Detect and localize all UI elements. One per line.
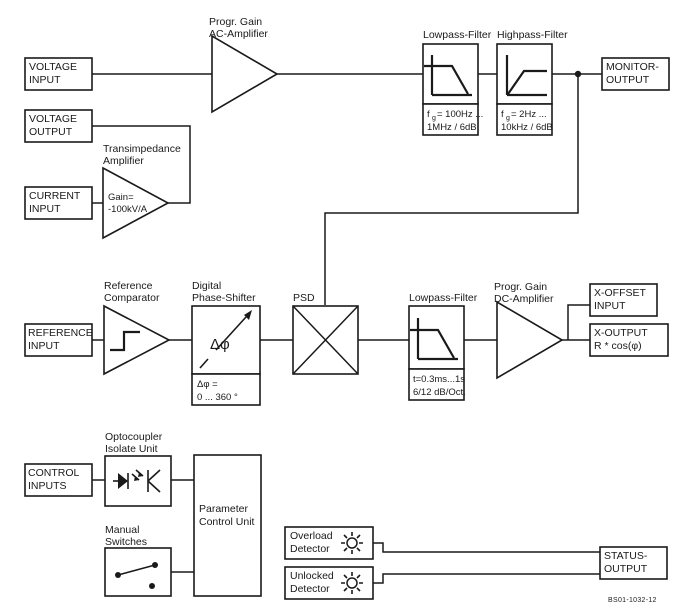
control-inputs-terminal[interactable]: CONTROL INPUTS bbox=[24, 463, 93, 497]
lowpass1-spec-sub: g bbox=[432, 115, 436, 122]
highpass-spec-sub: g bbox=[506, 115, 510, 122]
transimpedance-amplifier-block[interactable]: Transimpedance Amplifier Gain= -100kV/A bbox=[102, 143, 181, 240]
voltage-output-terminal[interactable]: VOLTAGE OUTPUT bbox=[24, 109, 93, 143]
transimpedance-gain-line2: -100kV/A bbox=[108, 204, 148, 215]
manual-switches-block[interactable]: Manual Switches bbox=[104, 524, 172, 597]
highpass-filter-block[interactable]: Highpass-Filter f g = 2Hz ... 10kHz / 6d… bbox=[496, 29, 568, 136]
monitor-output-terminal[interactable]: MONITOR- OUTPUT bbox=[601, 57, 670, 91]
x-output-terminal[interactable]: X-OUTPUT R * cos(φ) bbox=[589, 323, 669, 357]
manual-switches-caption1: Manual bbox=[105, 524, 139, 536]
monitor-output-line2: OUTPUT bbox=[606, 74, 650, 86]
ac-amplifier-caption2: AC-Amplifier bbox=[209, 28, 268, 40]
comparator-caption1: Reference bbox=[104, 280, 153, 292]
unlocked-detector-block[interactable]: Unlocked Detector bbox=[284, 566, 374, 600]
lowpass1-spec-line1: = 100Hz ... bbox=[437, 109, 483, 120]
transimpedance-caption1: Transimpedance bbox=[103, 143, 181, 155]
overload-line2: Detector bbox=[290, 543, 330, 555]
x-offset-line1: X-OFFSET bbox=[594, 287, 647, 299]
current-input-line1: CURRENT bbox=[29, 190, 81, 202]
optocoupler-caption2: Isolate Unit bbox=[105, 443, 158, 455]
highpass-spec-prefix: f bbox=[501, 109, 504, 120]
status-output-line1: STATUS- bbox=[604, 550, 648, 562]
highpass-spec-line2: 10kHz / 6dB bbox=[501, 122, 553, 133]
lowpass1-spec-prefix: f bbox=[427, 109, 430, 120]
pcu-line2: Control Unit bbox=[199, 516, 255, 528]
dc-amplifier-block[interactable]: Progr. Gain DC-Amplifier bbox=[494, 281, 564, 380]
x-output-line1: X-OUTPUT bbox=[594, 327, 648, 339]
lowpass-filter-2-block[interactable]: Lowpass-Filter t=0.3ms...1s 6/12 dB/Oct. bbox=[408, 292, 478, 401]
x-offset-input-terminal[interactable]: X-OFFSET INPUT bbox=[589, 283, 658, 317]
transimpedance-caption2: Amplifier bbox=[103, 155, 144, 167]
status-output-terminal[interactable]: STATUS- OUTPUT bbox=[599, 546, 668, 580]
block-diagram-figure: VOLTAGE INPUT VOLTAGE OUTPUT CURRENT INP… bbox=[0, 0, 697, 616]
ac-amplifier-caption1: Progr. Gain bbox=[209, 16, 262, 28]
psd-label: PSD bbox=[293, 292, 315, 304]
phaseshifter-caption1: Digital bbox=[192, 280, 221, 292]
wire-unlocked-to-status bbox=[373, 573, 600, 584]
reference-comparator-block[interactable]: Reference Comparator bbox=[103, 280, 171, 376]
optocoupler-caption1: Optocoupler bbox=[105, 431, 163, 443]
phaseshifter-spec-line1: Δφ = bbox=[197, 379, 218, 390]
lowpass2-spec-line2: 6/12 dB/Oct. bbox=[413, 387, 466, 398]
phaseshifter-caption2: Phase-Shifter bbox=[192, 292, 256, 304]
ac-amplifier-block[interactable]: Progr. Gain AC-Amplifier bbox=[209, 16, 279, 114]
dc-amplifier-caption1: Progr. Gain bbox=[494, 281, 547, 293]
voltage-input-terminal[interactable]: VOLTAGE INPUT bbox=[24, 57, 93, 91]
status-output-line2: OUTPUT bbox=[604, 563, 648, 575]
lowpass2-spec-line1: t=0.3ms...1s bbox=[413, 374, 465, 385]
current-input-terminal[interactable]: CURRENT INPUT bbox=[24, 186, 93, 220]
highpass-caption: Highpass-Filter bbox=[497, 29, 568, 41]
voltage-input-line1: VOLTAGE bbox=[29, 61, 77, 73]
control-inputs-line1: CONTROL bbox=[28, 467, 79, 479]
transimpedance-gain-line1: Gain= bbox=[108, 192, 134, 203]
current-input-line2: INPUT bbox=[29, 203, 61, 215]
lowpass2-caption: Lowpass-Filter bbox=[409, 292, 478, 304]
phaseshifter-spec-line2: 0 ... 360 ° bbox=[197, 392, 238, 403]
lowpass1-caption: Lowpass-Filter bbox=[423, 29, 492, 41]
reference-input-terminal[interactable]: REFERENCE INPUT bbox=[24, 323, 93, 357]
pcu-line1: Parameter bbox=[199, 503, 249, 515]
comparator-caption2: Comparator bbox=[104, 292, 160, 304]
control-inputs-line2: INPUTS bbox=[28, 480, 67, 492]
overload-line1: Overload bbox=[290, 530, 333, 542]
x-output-line2: R * cos(φ) bbox=[594, 340, 642, 352]
voltage-output-line2: OUTPUT bbox=[29, 126, 73, 138]
monitor-output-line1: MONITOR- bbox=[606, 61, 659, 73]
unlocked-line1: Unlocked bbox=[290, 570, 334, 582]
figure-id-code: BS01-1032-12 bbox=[608, 597, 657, 604]
phaseshifter-glyph: Δφ bbox=[210, 336, 230, 353]
lowpass-filter-1-block[interactable]: Lowpass-Filter f g = 100Hz ... 1MHz / 6d… bbox=[422, 29, 492, 136]
wire-overload-to-status bbox=[373, 542, 600, 553]
unlocked-line2: Detector bbox=[290, 583, 330, 595]
voltage-output-line1: VOLTAGE bbox=[29, 113, 77, 125]
manual-switches-caption2: Switches bbox=[105, 536, 147, 548]
parameter-control-unit-block[interactable]: Parameter Control Unit bbox=[193, 454, 262, 597]
x-offset-line2: INPUT bbox=[594, 300, 626, 312]
reference-input-line1: REFERENCE bbox=[28, 327, 93, 339]
dc-amplifier-caption2: DC-Amplifier bbox=[494, 293, 554, 305]
lowpass1-spec-line2: 1MHz / 6dB bbox=[427, 122, 477, 133]
overload-detector-block[interactable]: Overload Detector bbox=[284, 526, 374, 560]
reference-input-line2: INPUT bbox=[28, 340, 60, 352]
diagram-canvas: VOLTAGE INPUT VOLTAGE OUTPUT CURRENT INP… bbox=[24, 16, 670, 604]
optocoupler-block[interactable]: Optocoupler Isolate Unit bbox=[104, 431, 172, 507]
wire-xoffset-to-dcamp-node bbox=[567, 304, 590, 340]
junction-dot-monitor bbox=[574, 70, 582, 78]
highpass-spec-line1: = 2Hz ... bbox=[511, 109, 547, 120]
voltage-input-line2: INPUT bbox=[29, 74, 61, 86]
phase-shifter-block[interactable]: Digital Phase-Shifter Δφ Δφ = 0 ... 360 … bbox=[191, 280, 261, 406]
